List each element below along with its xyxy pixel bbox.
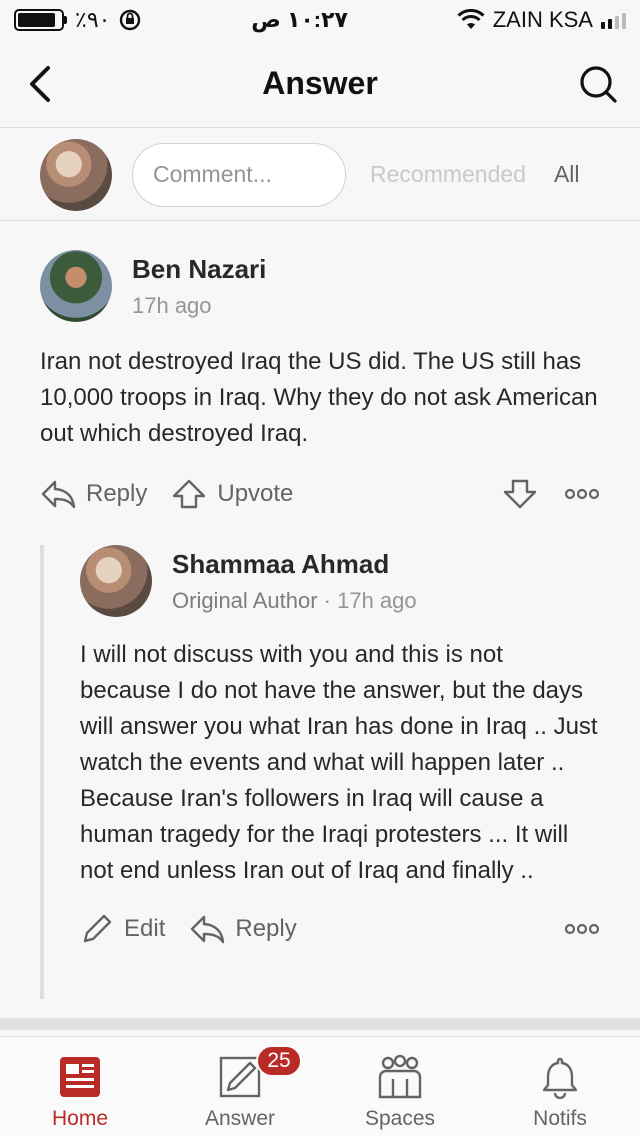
upvote-button[interactable]: Upvote (171, 478, 293, 510)
search-icon[interactable] (578, 64, 618, 104)
edit-label: Edit (124, 915, 166, 942)
tab-home[interactable]: Home (0, 1037, 160, 1136)
original-author-label: Original Author (172, 587, 318, 613)
tab-bar: Home 25 Answer Spaces Notifs (0, 1036, 640, 1136)
reply-icon (191, 915, 225, 944)
tab-spaces[interactable]: Spaces (320, 1037, 480, 1136)
more-options-icon[interactable] (564, 923, 600, 935)
tab-notifs[interactable]: Notifs (480, 1037, 640, 1136)
status-time: ١٠:٢٧ ص (251, 7, 348, 32)
header: Answer (0, 40, 640, 128)
tab-answer[interactable]: 25 Answer (160, 1037, 320, 1136)
downvote-icon[interactable] (502, 478, 538, 510)
upvote-label: Upvote (217, 480, 294, 507)
notification-badge: 25 (256, 1045, 302, 1077)
wifi-icon (457, 9, 485, 29)
comment-body: Iran not destroyed Iraq the US did. The … (40, 348, 598, 447)
home-feed-icon (60, 1057, 100, 1097)
comment: Ben Nazari 17h ago Iran not destroyed Ir… (40, 250, 600, 514)
rotation-lock-icon (120, 9, 141, 31)
avatar[interactable] (40, 250, 112, 322)
filter-recommended[interactable]: Recommended (370, 161, 526, 188)
page-title: Answer (262, 65, 378, 101)
reply-body: I will not discuss with you and this is … (80, 641, 598, 884)
comment-input-placeholder: Comment... (153, 161, 272, 187)
section-divider (0, 1018, 640, 1030)
avatar (40, 138, 112, 211)
comment-bar: Comment... Recommended All (0, 129, 640, 221)
battery-icon (14, 9, 64, 31)
avatar[interactable] (80, 545, 152, 617)
tab-notifs-label: Notifs (533, 1107, 587, 1130)
chevron-left-icon[interactable] (22, 64, 62, 104)
filter-all[interactable]: All (554, 161, 580, 188)
reply-icon (41, 480, 76, 509)
comment-author[interactable]: Ben Nazari (132, 254, 266, 285)
status-bar: ٪٩٠ ١٠:٢٧ ص ZAIN KSA (0, 0, 640, 40)
pencil-icon (83, 914, 112, 943)
battery-percent: ٪٩٠ (75, 7, 111, 32)
signal-icon (600, 11, 626, 29)
reply-label: Reply (235, 915, 297, 942)
more-options-icon[interactable] (564, 488, 600, 500)
edit-button[interactable]: Edit (80, 912, 165, 946)
tab-answer-label: Answer (204, 1107, 276, 1130)
comment-input[interactable]: Comment... (132, 142, 346, 207)
bell-icon (542, 1057, 578, 1099)
reply-label: Reply (86, 480, 148, 507)
meta-separator: · (317, 587, 338, 613)
spaces-people-icon (378, 1055, 422, 1099)
reply-thread: Shammaa Ahmad Original Author · 17h ago … (40, 545, 600, 999)
reply-button[interactable]: Reply (189, 913, 297, 945)
reply-button[interactable]: Reply (40, 478, 147, 510)
comment-time: 17h ago (132, 292, 212, 318)
tab-home-label: Home (51, 1107, 109, 1130)
upvote-icon (173, 479, 206, 509)
reply-time: 17h ago (337, 587, 417, 613)
carrier-name: ZAIN KSA (492, 7, 593, 32)
reply-author[interactable]: Shammaa Ahmad (172, 549, 417, 580)
tab-spaces-label: Spaces (364, 1107, 436, 1130)
